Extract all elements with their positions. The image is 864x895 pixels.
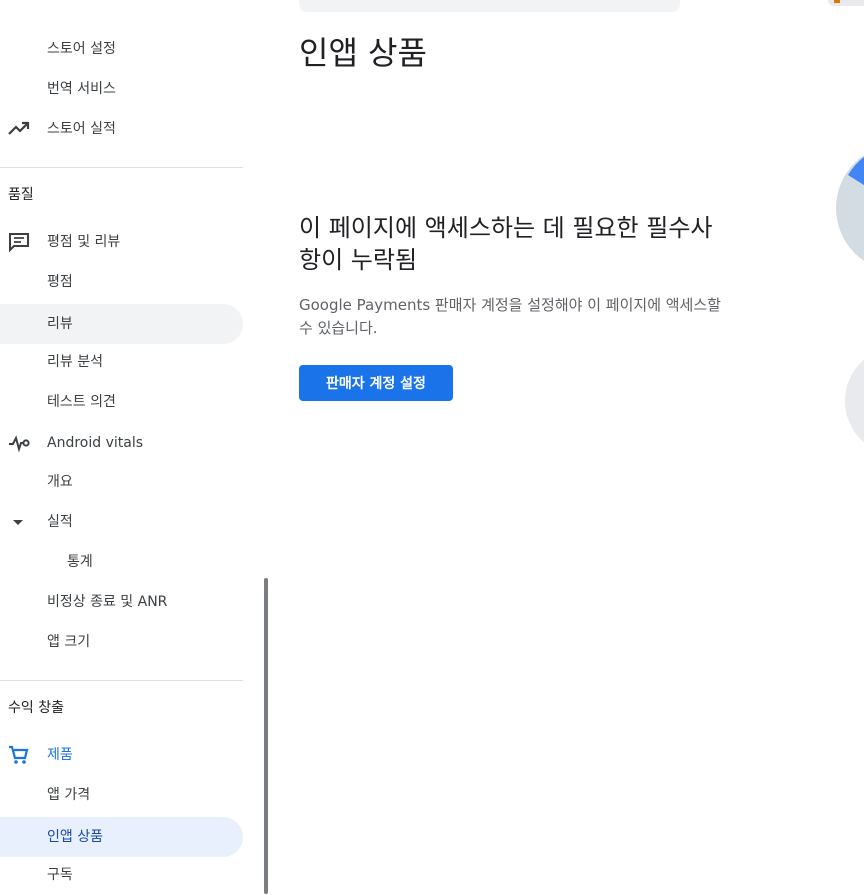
vitals-icon xyxy=(8,433,30,453)
sidebar-item-app-pricing[interactable]: 앱 가격 xyxy=(0,775,243,815)
divider xyxy=(0,167,243,168)
sidebar-item-ratings-reviews[interactable]: 평점 및 리뷰 xyxy=(0,222,243,262)
sidebar-item-android-vitals[interactable]: Android vitals xyxy=(0,423,243,463)
sidebar-item-reviews[interactable]: 리뷰 xyxy=(0,304,243,344)
sidebar-item-label: 앱 가격 xyxy=(47,787,91,803)
sidebar-item-testing-feedback[interactable]: 테스트 의견 xyxy=(0,382,243,422)
sidebar-item-label: 리뷰 분석 xyxy=(47,354,103,370)
sidebar-item-label: 통계 xyxy=(67,554,93,570)
search-bar[interactable] xyxy=(299,0,680,12)
missing-requirements-title: 이 페이지에 액세스하는 데 필요한 필수사항이 누락됨 xyxy=(299,212,769,276)
sidebar-item-label: 제품 xyxy=(47,747,73,763)
sidebar-item-store-settings[interactable]: 스토어 설정 xyxy=(0,29,243,69)
sidebar-item-statistics[interactable]: 통계 xyxy=(0,542,243,582)
sidebar-item-crashes-anr[interactable]: 비정상 종료 및 ANR xyxy=(0,582,243,622)
message-body-line-1: Google Payments 판매자 계정을 설정해야 이 페이지에 액세스할 xyxy=(299,296,721,314)
sidebar-item-label: 비정상 종료 및 ANR xyxy=(47,594,168,610)
sidebar-item-label: 평점 xyxy=(47,274,73,290)
account-chip[interactable] xyxy=(828,0,864,6)
sidebar-item-label: 인앱 상품 xyxy=(47,829,103,845)
section-header-quality: 품질 xyxy=(8,187,34,203)
missing-requirements-body: Google Payments 판매자 계정을 설정해야 이 페이지에 액세스할… xyxy=(299,294,769,340)
sidebar-item-products[interactable]: 제품 xyxy=(0,735,243,775)
sidebar-item-ratings[interactable]: 평점 xyxy=(0,262,243,302)
sidebar-scrollbar[interactable] xyxy=(264,578,268,894)
message-body-line-2: 수 있습니다. xyxy=(299,319,378,337)
sidebar-item-label: 스토어 실적 xyxy=(47,121,116,137)
cart-icon xyxy=(8,745,30,765)
sidebar-item-in-app-products[interactable]: 인앱 상품 xyxy=(0,817,243,857)
sidebar-item-label: Android vitals xyxy=(47,435,144,451)
sidebar-item-label: 스토어 설정 xyxy=(47,41,116,57)
divider xyxy=(0,680,243,681)
sidebar-item-label: 실적 xyxy=(47,514,73,530)
message-title-line-1: 이 페이지에 액세스하는 데 필요한 필수사 xyxy=(299,214,713,242)
caret-down-icon[interactable] xyxy=(8,512,30,532)
sidebar-item-performance[interactable]: 실적 xyxy=(0,502,243,542)
sidebar-item-app-size[interactable]: 앱 크기 xyxy=(0,622,243,662)
sidebar-item-label: 리뷰 xyxy=(47,316,73,332)
sidebar-item-translation[interactable]: 번역 서비스 xyxy=(0,69,243,109)
sidebar-item-label: 평점 및 리뷰 xyxy=(47,234,121,250)
sidebar-item-label: 개요 xyxy=(47,474,73,490)
sidebar-item-label: 테스트 의견 xyxy=(47,394,116,410)
reviews-icon xyxy=(8,232,30,253)
setup-merchant-account-button[interactable]: 판매자 계정 설정 xyxy=(299,365,453,401)
sidebar-item-overview[interactable]: 개요 xyxy=(0,462,243,502)
illustration-graphic xyxy=(836,155,864,443)
sidebar-item-label: 번역 서비스 xyxy=(47,81,116,97)
page-title: 인앱 상품 xyxy=(299,34,427,72)
message-title-line-2: 항이 누락됨 xyxy=(299,246,418,274)
sidebar-item-subscriptions[interactable]: 구독 xyxy=(0,855,243,895)
sidebar-nav: 스토어 설정 번역 서비스 스토어 실적 품질 평점 및 리뷰 평점 리뷰 리뷰… xyxy=(0,0,243,894)
section-header-monetize: 수익 창출 xyxy=(8,700,64,716)
sidebar-item-store-performance[interactable]: 스토어 실적 xyxy=(0,109,243,149)
sidebar-item-label: 구독 xyxy=(47,867,73,883)
trending-up-icon xyxy=(8,119,30,139)
sidebar-item-label: 앱 크기 xyxy=(47,634,91,650)
sidebar-item-review-analysis[interactable]: 리뷰 분석 xyxy=(0,342,243,382)
